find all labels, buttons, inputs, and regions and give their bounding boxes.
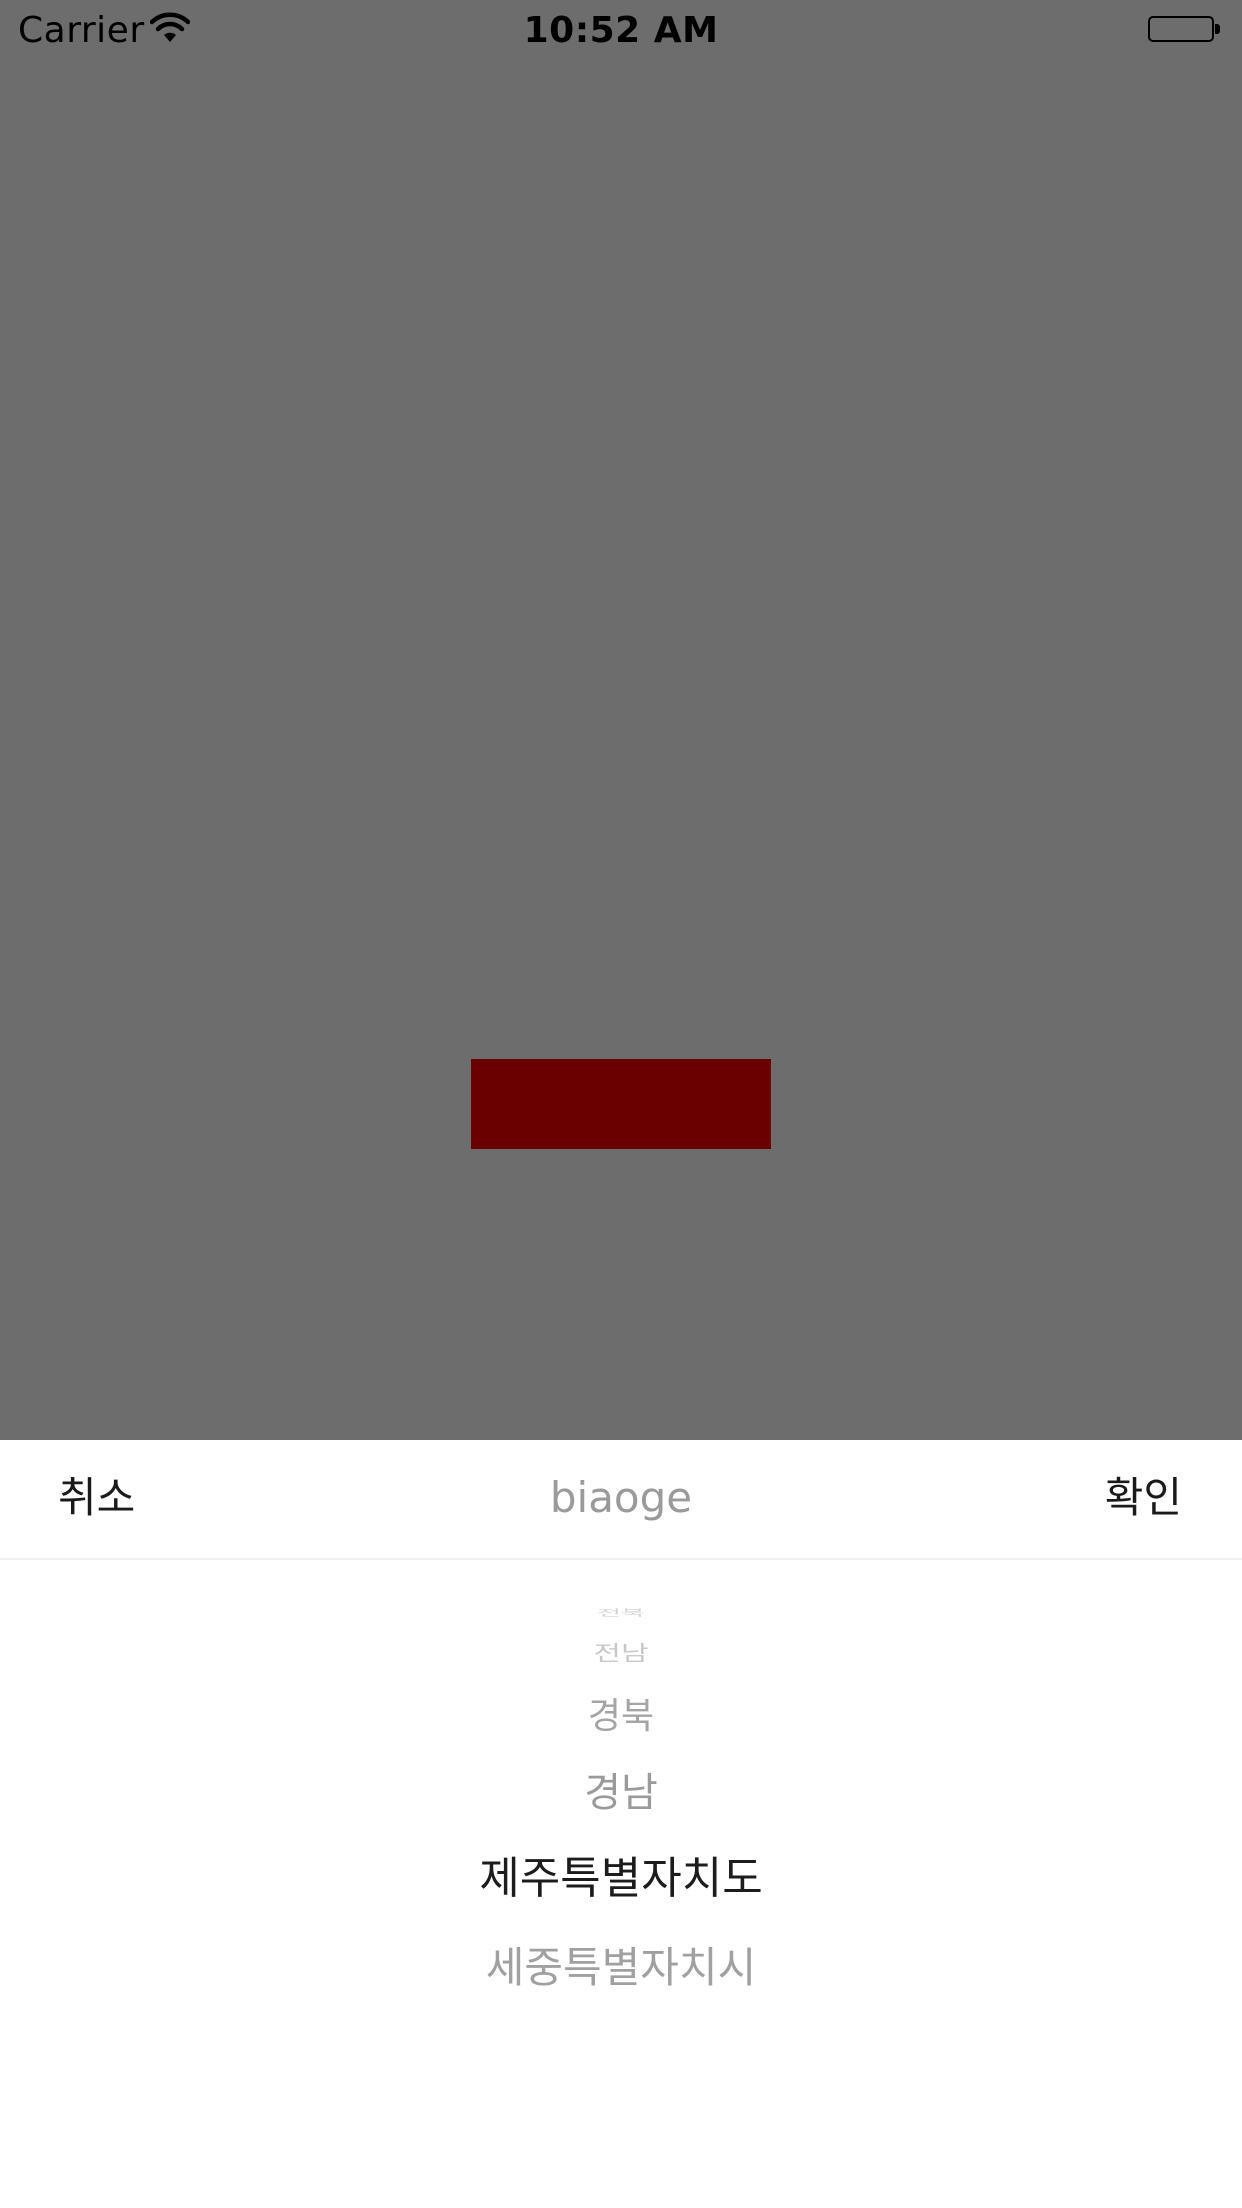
region-picker-wheel[interactable]: 전북 전남 경북 경남 제주특별자치도 세중특별자치시 xyxy=(0,1560,1242,2208)
picker-title: biaoge xyxy=(549,1473,693,1522)
picker-option[interactable]: 경남 xyxy=(0,1765,1242,1821)
status-bar: Carrier 10:52 AM xyxy=(0,0,1242,60)
confirm-button[interactable]: 확인 xyxy=(1105,1470,1182,1526)
red-button[interactable] xyxy=(471,1059,771,1149)
picker-toolbar: 취소 biaoge 확인 xyxy=(0,1440,1242,1560)
picker-option[interactable]: 세중특별자치시 xyxy=(0,1938,1242,1998)
picker-option[interactable]: 전남 xyxy=(0,1640,1242,1668)
picker-option[interactable]: 경북 xyxy=(0,1692,1242,1742)
picker-sheet: 취소 biaoge 확인 전북 전남 경북 경남 제주특별자치도 세중특별자치시 xyxy=(0,1440,1242,2208)
picker-option-selected[interactable]: 제주특별자치도 xyxy=(0,1848,1242,1910)
status-time: 10:52 AM xyxy=(523,10,719,51)
picker-option[interactable]: 전북 xyxy=(0,1608,1242,1617)
battery-icon xyxy=(1148,16,1224,44)
